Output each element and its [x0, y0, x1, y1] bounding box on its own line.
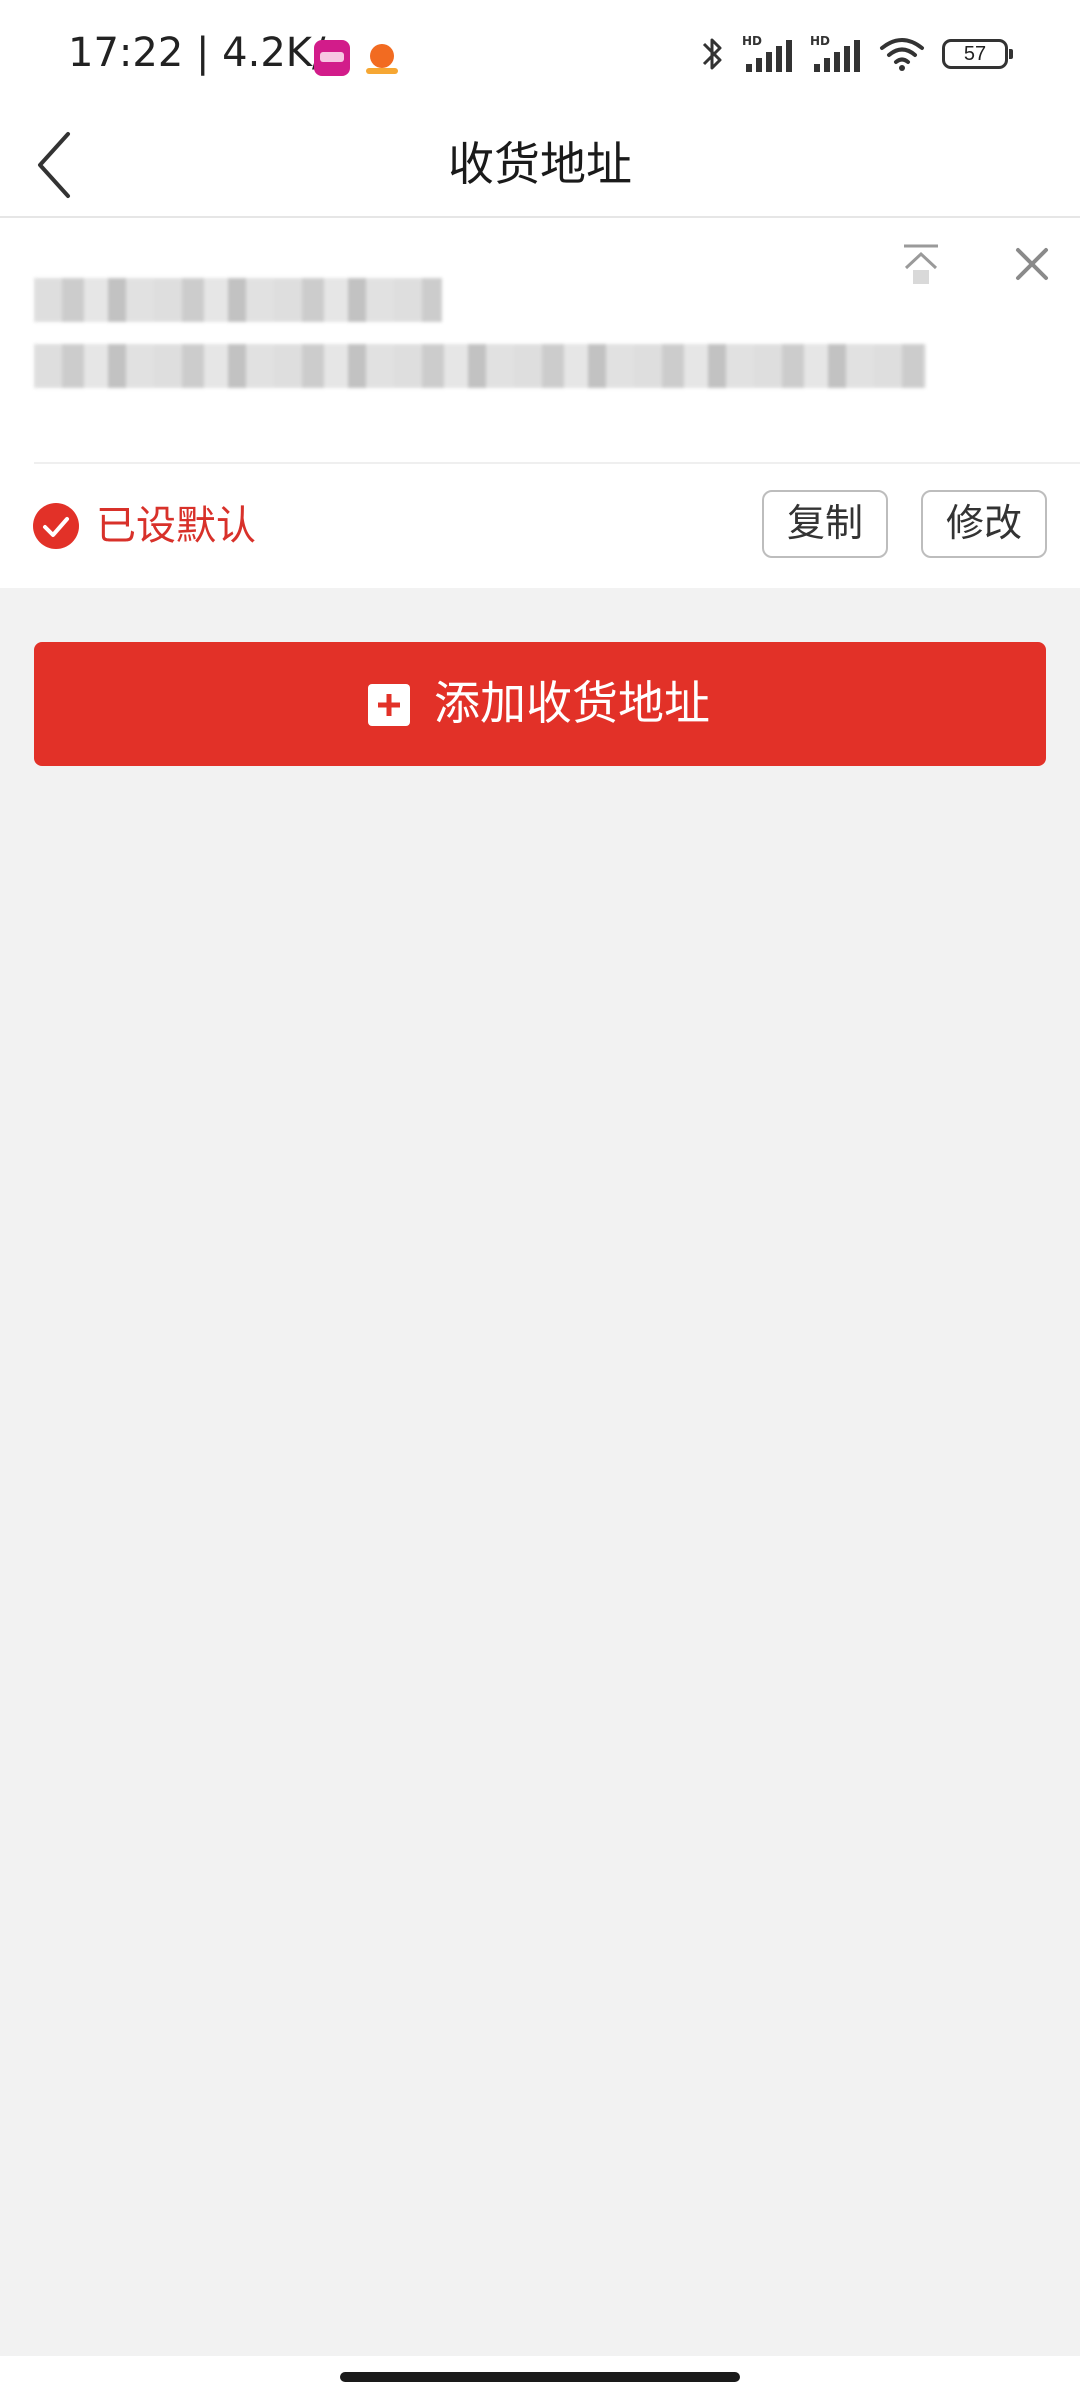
page-title: 收货地址: [448, 137, 632, 191]
svg-text:HD: HD: [810, 34, 830, 48]
pin-to-top-icon[interactable]: [898, 240, 944, 290]
bluetooth-icon: [702, 38, 722, 70]
add-address-label: 添加收货地址: [434, 676, 710, 730]
plus-square-icon: [368, 684, 410, 726]
orange-app-icon: [364, 40, 400, 76]
hd-signal-icon: HD: [810, 34, 860, 72]
default-check-icon[interactable]: [32, 502, 80, 550]
address-detail-redacted: [34, 344, 926, 388]
header: 收货地址: [0, 112, 1080, 218]
hd-signal-icon: HD: [742, 34, 792, 72]
copy-button[interactable]: 复制: [762, 490, 888, 558]
status-time: 17:22 | 4.2K/s: [68, 30, 347, 76]
close-icon[interactable]: [1010, 242, 1054, 286]
card-divider: [34, 462, 1080, 464]
status-bar: 17:22 | 4.2K/s HD HD 57: [0, 0, 1080, 112]
home-indicator[interactable]: [340, 2372, 740, 2382]
status-icons: HD HD 57: [700, 34, 1013, 74]
svg-text:HD: HD: [742, 34, 762, 48]
default-status-label: 已设默认: [96, 503, 256, 549]
vip-app-icon: [314, 40, 350, 76]
add-address-button[interactable]: 添加收货地址: [34, 642, 1046, 766]
address-card[interactable]: 已设默认 复制 修改: [0, 218, 1080, 588]
battery-icon: 57: [942, 39, 1013, 69]
edit-button[interactable]: 修改: [921, 490, 1047, 558]
wifi-icon: [880, 38, 924, 71]
navigation-bar: [0, 2356, 1080, 2400]
address-name-redacted: [34, 278, 442, 322]
